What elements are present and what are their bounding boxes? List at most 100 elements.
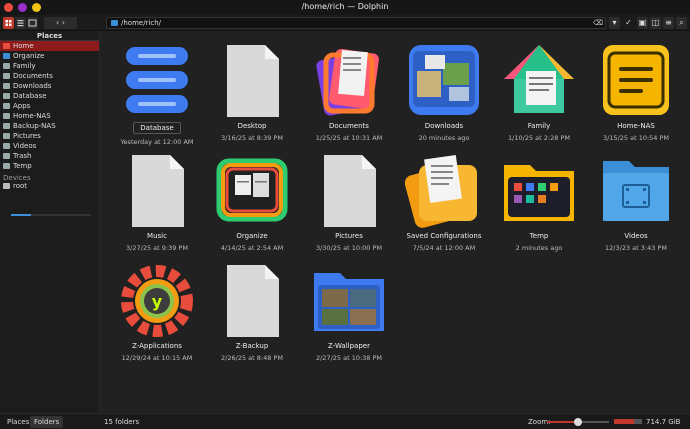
folder-item[interactable]: Desktop 3/16/25 at 8:39 PM xyxy=(202,41,302,142)
folder-date: 12/29/24 at 10:15 AM xyxy=(121,354,193,362)
sidebar-item-temp[interactable]: Temp xyxy=(0,161,99,171)
folder-item[interactable]: Home-NAS 3/15/25 at 10:54 PM xyxy=(586,41,686,142)
places-panel: Places Home Organize Family Documents Downlo… xyxy=(0,31,100,416)
folder-item[interactable]: Pictures 3/30/25 at 10:00 PM xyxy=(299,151,399,252)
sidebar-item-label: Apps xyxy=(13,102,31,110)
folder-name: Temp xyxy=(529,232,549,240)
folder-name: Database xyxy=(133,122,181,134)
places-header: Places xyxy=(0,31,99,41)
folder-item[interactable]: Family 1/10/25 at 2:28 PM xyxy=(489,41,589,142)
folder-name: Documents xyxy=(329,122,369,130)
sidebar-item-home[interactable]: Home xyxy=(0,41,99,51)
device-root[interactable]: root xyxy=(0,181,99,191)
sidebar-item-database[interactable]: Database xyxy=(0,91,99,101)
folder-item[interactable]: Z-Wallpaper 2/27/25 at 10:38 PM xyxy=(299,261,399,362)
folder-item[interactable]: Database Yesterday at 12:00 AM xyxy=(107,41,207,146)
sidebar-item-downloads[interactable]: Downloads xyxy=(0,81,99,91)
nas-icon xyxy=(3,113,10,119)
temp-folder-icon xyxy=(500,151,578,229)
folder-name: Z-Wallpaper xyxy=(328,342,370,350)
sidebar-item-pictures[interactable]: Pictures xyxy=(0,131,99,141)
folder-item[interactable]: Videos 12/3/23 at 3:43 PM xyxy=(586,151,686,252)
folder-date: 2/27/25 at 10:38 PM xyxy=(315,354,383,362)
tab-folders[interactable]: Folders xyxy=(30,416,64,428)
folder-item[interactable]: Downloads 20 minutes ago xyxy=(394,41,494,142)
preview-button[interactable]: ▣ xyxy=(637,17,648,29)
folder-name: Home-NAS xyxy=(617,122,655,130)
menu-button[interactable]: ≡ xyxy=(663,17,674,29)
sidebar-item-videos[interactable]: Videos xyxy=(0,141,99,151)
location-path: /home/rich/ xyxy=(121,19,162,27)
sidebar-item-label: Family xyxy=(13,62,36,70)
family-icon xyxy=(3,63,10,69)
pictures-icon xyxy=(3,133,10,139)
folder-date: 3/27/25 at 9:39 PM xyxy=(126,244,188,252)
blank-file-icon xyxy=(213,41,291,119)
blank-file-icon xyxy=(213,261,291,339)
disk-usage-bar xyxy=(11,214,91,216)
temp-icon xyxy=(3,163,10,169)
search-button[interactable]: ⌕ xyxy=(676,17,687,29)
zoom-slider[interactable] xyxy=(547,418,609,426)
folder-name: Music xyxy=(147,232,167,240)
blank-file-icon xyxy=(118,151,196,229)
location-bar[interactable]: /home/rich/ ⌫ xyxy=(106,17,606,29)
window-title: /home/rich — Dolphin xyxy=(301,2,389,11)
checkmark-icon: ✓ xyxy=(625,18,632,27)
folder-item[interactable]: y Z-Applications 12/29/24 at 10:15 AM xyxy=(107,261,207,362)
folder-date: 2 minutes ago xyxy=(515,244,563,252)
folder-name: Desktop xyxy=(237,122,267,130)
wallpaper-folder-icon xyxy=(310,261,388,339)
folder-item[interactable]: Documents 1/25/25 at 10:31 AM xyxy=(299,41,399,142)
sidebar-item-documents[interactable]: Documents xyxy=(0,71,99,81)
folder-item[interactable]: Temp 2 minutes ago xyxy=(489,151,589,252)
sidebar-item-label: Trash xyxy=(13,152,32,160)
sidebar-item-label: Videos xyxy=(13,142,37,150)
sidebar-item-home-nas[interactable]: Home-NAS xyxy=(0,111,99,121)
downloads-folder-icon xyxy=(405,41,483,119)
compact-view-button[interactable] xyxy=(15,17,26,29)
folder-name: Z-Applications xyxy=(132,342,182,350)
details-view-button[interactable] xyxy=(27,17,38,29)
tab-places[interactable]: Places xyxy=(3,416,33,428)
file-view[interactable]: Database Yesterday at 12:00 AM Desktop 3/16… xyxy=(101,31,690,413)
folder-date: 1/10/25 at 2:28 PM xyxy=(508,134,570,142)
documents-icon xyxy=(3,73,10,79)
folder-date: 3/30/25 at 10:00 PM xyxy=(315,244,383,252)
free-space-fill xyxy=(614,419,634,424)
organize-icon xyxy=(3,53,10,59)
hamburger-icon: ≡ xyxy=(665,18,672,27)
folder-item[interactable]: Z-Backup 2/26/25 at 8:48 PM xyxy=(202,261,302,362)
zoom-slider-handle[interactable] xyxy=(574,418,582,426)
sidebar-item-family[interactable]: Family xyxy=(0,61,99,71)
nas-list-icon xyxy=(597,41,675,119)
sidebar-item-label: Documents xyxy=(13,72,53,80)
toolbar: ‹ › /home/rich/ ⌫ ▾ ✓ ▣ ◫ ≡ ⌕ xyxy=(0,15,690,31)
sidebar-item-apps[interactable]: Apps xyxy=(0,101,99,111)
back-forward-arrows-icon: ‹ › xyxy=(56,18,65,27)
folder-date: 3/15/25 at 10:54 PM xyxy=(602,134,670,142)
svg-text:y: y xyxy=(152,292,163,311)
split-view-button[interactable]: ◫ xyxy=(650,17,661,29)
folder-item[interactable]: Organize 4/14/25 at 2:54 AM xyxy=(202,151,302,252)
sidebar-item-label: Organize xyxy=(13,52,45,60)
downloads-icon xyxy=(3,83,10,89)
sidebar-item-backup-nas[interactable]: Backup-NAS xyxy=(0,121,99,131)
folder-item[interactable]: Saved Configurations 7/5/24 at 12:00 AM xyxy=(394,151,494,252)
config-folder-icon xyxy=(404,151,483,229)
search-icon: ⌕ xyxy=(679,18,684,27)
family-house-icon xyxy=(500,41,578,119)
sidebar-item-label: Home-NAS xyxy=(13,112,51,120)
gear-app-icon: y xyxy=(118,261,196,339)
item-count: 15 folders xyxy=(104,418,140,426)
confirm-button[interactable]: ✓ xyxy=(623,17,634,29)
apps-icon xyxy=(3,103,10,109)
clear-location-icon[interactable]: ⌫ xyxy=(593,19,603,27)
folder-item[interactable]: Music 3/27/25 at 9:39 PM xyxy=(107,151,207,252)
sidebar-item-organize[interactable]: Organize xyxy=(0,51,99,61)
sidebar-item-trash[interactable]: Trash xyxy=(0,151,99,161)
folder-name: Z-Backup xyxy=(235,342,269,350)
dropdown-button[interactable]: ▾ xyxy=(609,17,620,29)
icons-view-button[interactable] xyxy=(3,17,14,29)
back-forward-buttons[interactable]: ‹ › xyxy=(44,17,77,29)
